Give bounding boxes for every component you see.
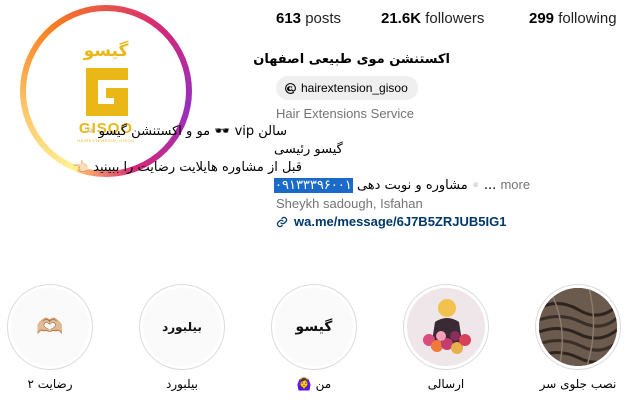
- threads-badge[interactable]: hairextension_gisoo: [276, 76, 418, 100]
- more-button[interactable]: more: [500, 177, 530, 192]
- highlight-cover-photo: [539, 288, 617, 366]
- highlight-label: بیلبورد: [166, 377, 198, 391]
- profile-location: Sheykh sadough, Isfahan: [276, 196, 423, 211]
- highlight-reza2[interactable]: 🫶🏼: [7, 284, 93, 370]
- link-icon: [276, 216, 288, 227]
- profile-name: اکستنشن موی طبیعی اصفهان: [253, 52, 450, 67]
- highlight-label: رضایت ۲: [27, 377, 73, 391]
- logo-arabic-text: گیسو: [83, 41, 129, 61]
- hair-closeup-image: [539, 288, 617, 366]
- highlight-cover: گیسو: [275, 288, 353, 366]
- person-with-flowers-image: [407, 288, 485, 366]
- highlight-cover-text: گیسو: [295, 319, 333, 335]
- highlight-label: من 🙆‍♀️: [296, 377, 332, 391]
- link-text: wa.me/message/6J7B5ZRJUB5IG1: [294, 214, 507, 229]
- following-stat[interactable]: 299 following: [529, 10, 617, 27]
- highlight-me[interactable]: گیسو: [271, 284, 357, 370]
- threads-handle: hairextension_gisoo: [301, 81, 408, 95]
- highlight-ersali[interactable]: [403, 284, 489, 370]
- profile-avatar[interactable]: گیسو GISOO HAIREXTENSION_GISOO: [26, 11, 186, 171]
- bio-line-3: قبل از مشاوره هایلایت رضایت را ببینید 👈🏻: [72, 160, 302, 175]
- profile-category: Hair Extensions Service: [276, 106, 414, 121]
- highlight-label: نصب جلوی سر: [539, 377, 617, 391]
- followers-count: 21.6K: [381, 10, 422, 27]
- highlight-cover-photo: [407, 288, 485, 366]
- phone-number[interactable]: ۰۹۱۳۳۳۹۶۰۰۱: [274, 178, 353, 193]
- highlight-label: ارسالی: [427, 377, 465, 391]
- posts-count: 613: [276, 10, 302, 27]
- highlight-cover: بیلبورد: [143, 288, 221, 366]
- bio-line-4-text: ▫️مشاوره و نوبت دهی: [352, 178, 484, 193]
- bio-line-4: ۰۹۱۳۳۳۹۶۰۰۱▫️مشاوره و نوبت دهی ... more: [274, 177, 530, 193]
- followers-label: followers: [425, 10, 485, 27]
- heart-hands-icon: 🫶🏼: [36, 314, 64, 340]
- posts-stat[interactable]: 613 posts: [276, 10, 341, 27]
- gisoo-g-icon: [86, 68, 128, 116]
- posts-label: posts: [305, 10, 342, 27]
- highlight-billboard[interactable]: بیلبورد: [139, 284, 225, 370]
- profile-avatar-ring[interactable]: گیسو GISOO HAIREXTENSION_GISOO: [20, 5, 192, 177]
- followers-stat[interactable]: 21.6K followers: [381, 10, 484, 27]
- gisoo-logo: گیسو GISOO HAIREXTENSION_GISOO: [31, 16, 181, 166]
- bio-line-1: سالن vip 🕶️ مو و اکستنشن گیسو▫️: [82, 124, 287, 139]
- highlight-cover: 🫶🏼: [11, 288, 89, 366]
- bio-ellipsis: ...: [483, 178, 497, 193]
- threads-icon: [285, 82, 296, 94]
- highlight-front-install[interactable]: [535, 284, 621, 370]
- following-label: following: [558, 10, 617, 27]
- profile-link[interactable]: wa.me/message/6J7B5ZRJUB5IG1: [276, 214, 506, 229]
- profile-stats: 613 posts 21.6K followers 299 following: [276, 10, 642, 32]
- highlight-cover-text: بیلبورد: [162, 320, 202, 334]
- bio-line-2: گیسو رئیسی: [274, 142, 343, 157]
- following-count: 299: [529, 10, 555, 27]
